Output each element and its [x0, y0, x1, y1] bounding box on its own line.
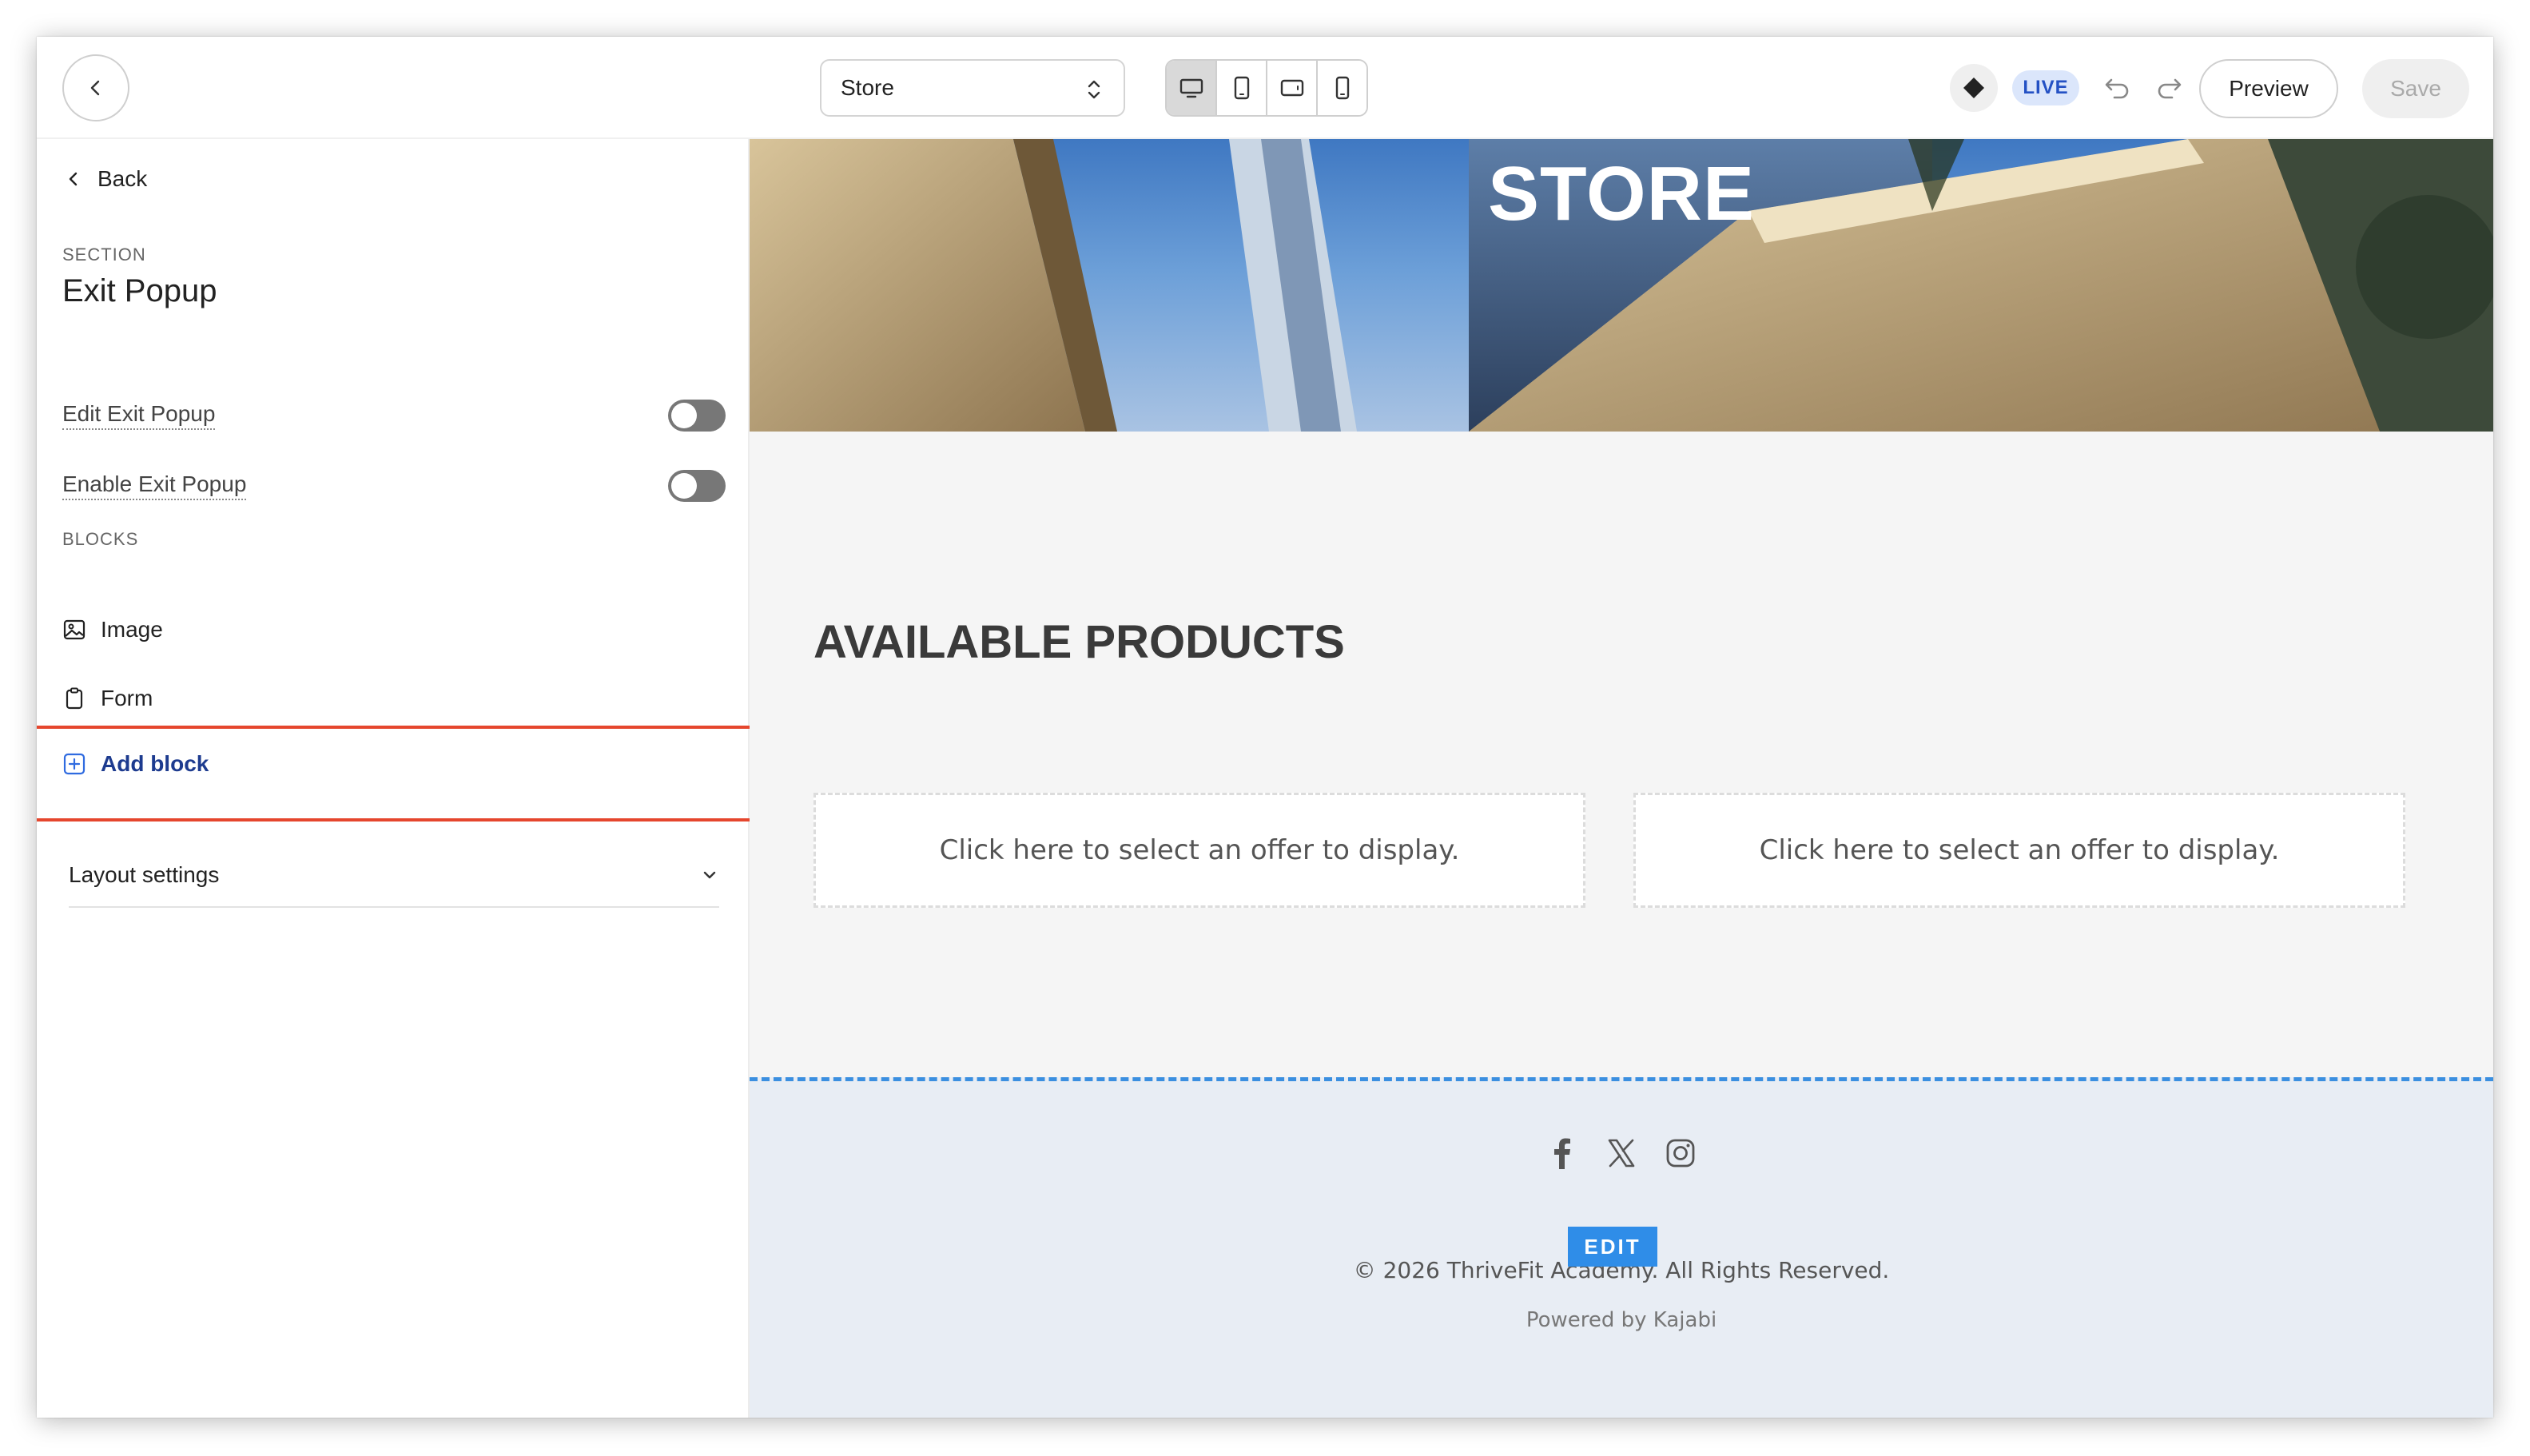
back-link[interactable]: Back — [66, 166, 147, 192]
edit-exit-popup-toggle[interactable] — [668, 400, 726, 432]
tablet-landscape-icon — [1280, 79, 1303, 97]
enable-exit-popup-row: Enable Exit Popup — [62, 467, 726, 505]
hero-title: STORE — [1488, 151, 1755, 237]
tablet-portrait-icon — [1234, 76, 1249, 100]
powered-by-link[interactable]: Powered by Kajabi — [750, 1308, 2493, 1332]
chevron-left-icon — [69, 172, 78, 186]
save-button[interactable]: Save — [2362, 59, 2469, 118]
diamond-icon — [1963, 78, 1984, 98]
enable-exit-popup-label: Enable Exit Popup — [62, 471, 247, 500]
undo-button[interactable] — [2102, 72, 2134, 108]
undo-icon — [2105, 78, 2129, 99]
instagram-icon[interactable] — [1665, 1136, 1697, 1171]
facebook-icon[interactable] — [1546, 1136, 1578, 1171]
page-selector-value: Store — [841, 75, 894, 100]
page-preview-canvas: STORE AVAILABLE PRODUCTS Click here to s… — [750, 139, 2493, 1418]
chevron-updown-icon — [1088, 80, 1100, 99]
editor-sidebar: Back SECTION Exit Popup Edit Exit Popup … — [37, 139, 758, 1418]
chevron-left-icon — [90, 80, 100, 96]
footer-edit-tag[interactable]: EDIT — [1568, 1227, 1657, 1267]
hero-banner[interactable]: STORE — [750, 139, 2493, 432]
back-label: Back — [97, 166, 148, 191]
edit-exit-popup-label: Edit Exit Popup — [62, 401, 216, 430]
editor-window: Store LIVE Preview Save Back SECTION Exi… — [37, 37, 2493, 1418]
section-label: SECTION — [62, 245, 146, 265]
top-toolbar: Store LIVE Preview Save — [37, 37, 2493, 139]
section-title: Exit Popup — [62, 273, 217, 308]
tablet-landscape-view-button[interactable] — [1267, 61, 1318, 115]
blocks-label: BLOCKS — [62, 529, 139, 549]
desktop-view-button[interactable] — [1167, 61, 1217, 115]
offer-placeholder-card[interactable]: Click here to select an offer to display… — [813, 793, 1585, 908]
image-icon — [63, 619, 86, 640]
enable-exit-popup-toggle[interactable] — [668, 470, 726, 502]
redo-icon — [2158, 78, 2182, 99]
edit-exit-popup-row: Edit Exit Popup — [62, 396, 726, 435]
tablet-portrait-view-button[interactable] — [1217, 61, 1267, 115]
mobile-icon — [1335, 76, 1349, 100]
highlight-annotation — [37, 726, 758, 821]
layout-settings-label: Layout settings — [69, 862, 220, 887]
page-footer[interactable]: © 2026 ThriveFit Academy. All Rights Res… — [750, 1077, 2493, 1418]
offer-placeholder-card[interactable]: Click here to select an offer to display… — [1633, 793, 2405, 908]
exit-editor-button[interactable] — [62, 54, 129, 121]
chevron-down-icon — [703, 871, 716, 879]
products-heading: AVAILABLE PRODUCTS — [813, 616, 1345, 668]
page-selector[interactable]: Store — [820, 59, 1125, 117]
device-preview-toggle — [1165, 59, 1368, 117]
block-item-label: Image — [101, 617, 163, 642]
clipboard-icon — [66, 687, 83, 710]
layout-settings-accordion[interactable]: Layout settings — [69, 844, 719, 908]
social-links — [750, 1136, 2493, 1171]
block-item-label: Form — [101, 686, 153, 710]
block-item-form[interactable]: Form — [62, 686, 153, 711]
preview-button[interactable]: Preview — [2199, 59, 2338, 118]
live-status-badge: LIVE — [2012, 70, 2079, 105]
mobile-view-button[interactable] — [1318, 61, 1366, 115]
block-item-image[interactable]: Image — [62, 617, 163, 642]
redo-button[interactable] — [2153, 72, 2185, 108]
desktop-icon — [1179, 78, 1203, 98]
x-icon[interactable] — [1605, 1136, 1637, 1171]
theme-diamond-button[interactable] — [1950, 64, 1998, 112]
